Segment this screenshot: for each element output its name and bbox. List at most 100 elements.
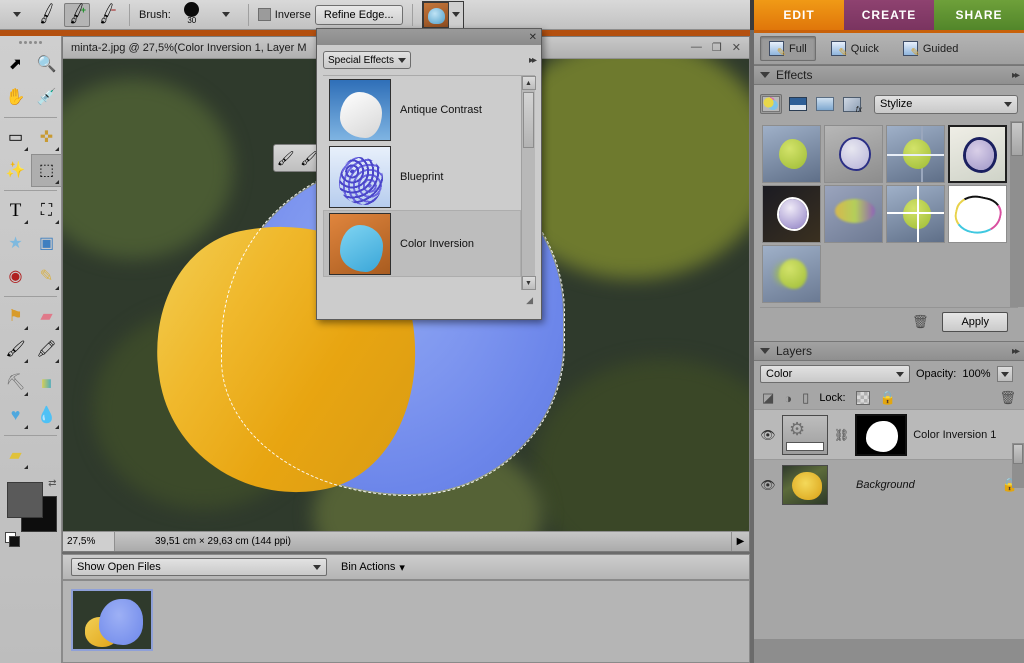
photo-effects-icon[interactable]: [760, 94, 782, 114]
layer-styles-icon[interactable]: [787, 94, 809, 114]
effect-thumbnail[interactable]: [886, 185, 945, 243]
move-tool[interactable]: ⬈: [0, 48, 31, 81]
bin-actions-menu[interactable]: Bin Actions ▾: [341, 561, 405, 574]
refine-edge-button[interactable]: Refine Edge...: [314, 4, 403, 25]
status-menu-arrow[interactable]: ▶: [731, 532, 749, 551]
frames-icon[interactable]: [814, 94, 836, 114]
tab-edit[interactable]: EDIT: [754, 0, 844, 30]
zoom-level-field[interactable]: 27,5%: [63, 532, 115, 551]
default-colors-icon[interactable]: [4, 532, 20, 547]
brush-preview[interactable]: 30: [175, 1, 209, 28]
smart-brush-tool[interactable]: 🖍: [31, 333, 62, 366]
shape-tool[interactable]: ♥: [0, 399, 31, 432]
hand-tool[interactable]: ✋: [0, 81, 31, 114]
effect-thumbnail[interactable]: [886, 125, 945, 183]
table-row[interactable]: 👁 ⚙ ⛓ Color Inversion 1: [754, 409, 1024, 459]
new-layer-icon[interactable]: ▯: [802, 390, 809, 406]
list-item[interactable]: Blueprint: [323, 143, 521, 210]
eraser-tool[interactable]: ▰: [31, 300, 62, 333]
crop-tool[interactable]: ⛶: [31, 194, 62, 227]
layers-panel-more-icon[interactable]: ▸▸: [1012, 346, 1020, 357]
effect-thumbnail-selected[interactable]: [948, 125, 1007, 183]
effects-panel-more-icon[interactable]: ▸▸: [1012, 70, 1020, 81]
scrollbar-thumb[interactable]: [1013, 444, 1023, 464]
delete-effect-icon[interactable]: 🗑: [912, 314, 929, 330]
layer-thumbnail[interactable]: [782, 464, 828, 505]
layers-scrollbar[interactable]: [1012, 443, 1024, 488]
floating-panel-title-bar[interactable]: ✕: [317, 29, 541, 45]
lock-transparency-icon[interactable]: [855, 391, 870, 405]
red-eye-removal-tool[interactable]: ◉: [0, 260, 31, 293]
layer-visibility-icon[interactable]: 👁: [760, 428, 776, 442]
collapse-triangle-icon[interactable]: [760, 348, 770, 354]
minimize-icon[interactable]: —: [691, 41, 702, 54]
effect-thumbnail[interactable]: [762, 125, 821, 183]
magic-wand-tool[interactable]: ✨: [0, 154, 31, 187]
preset-caret-icon[interactable]: [449, 2, 463, 28]
clone-stamp-tool[interactable]: ⚑: [0, 300, 31, 333]
bin-thumbnail[interactable]: [71, 589, 153, 651]
paint-bucket-tool[interactable]: ⛏: [0, 366, 31, 399]
toolbox-grip[interactable]: [0, 36, 61, 48]
selection-brush-add-icon[interactable]: 🖌 +: [64, 2, 90, 27]
delete-layer-icon[interactable]: 🗑: [999, 390, 1016, 406]
foreground-color-swatch[interactable]: [6, 482, 43, 518]
smart-brush-preset-picker[interactable]: [421, 0, 464, 29]
effect-thumbnail[interactable]: [762, 185, 821, 243]
restore-icon[interactable]: ❐: [712, 41, 722, 54]
effects-category-select[interactable]: Special Effects: [323, 51, 411, 69]
layer-visibility-icon[interactable]: 👁: [760, 478, 776, 492]
blur-tool[interactable]: 💧: [31, 399, 62, 432]
lock-all-icon[interactable]: 🔒: [880, 390, 896, 406]
layer-name[interactable]: Background: [856, 479, 915, 491]
inverse-checkbox[interactable]: [257, 8, 271, 21]
layer-mask-link-icon[interactable]: ⛓: [834, 428, 849, 442]
layer-mask-thumbnail[interactable]: [855, 413, 908, 456]
zoom-tool[interactable]: 🔍: [31, 48, 62, 81]
layer-name[interactable]: Color Inversion 1: [913, 429, 996, 441]
straighten-tool[interactable]: ▣: [31, 227, 62, 260]
selection-brush-tool[interactable]: ⬚: [31, 154, 62, 187]
opacity-value[interactable]: 100%: [962, 368, 990, 380]
effects-grid-scrollbar[interactable]: [1010, 121, 1024, 307]
eyedropper-tool[interactable]: 💉: [31, 81, 62, 114]
brush-picker-caret[interactable]: [213, 3, 239, 27]
tool-preset-caret[interactable]: [4, 3, 30, 27]
create-adjustment-layer-icon[interactable]: ◪: [762, 390, 774, 406]
effect-thumbnail[interactable]: [762, 245, 821, 303]
tab-full[interactable]: Full: [760, 36, 816, 61]
table-row[interactable]: 👁 Background 🔒: [754, 459, 1024, 509]
scroll-up-icon[interactable]: ▲: [521, 76, 536, 90]
scroll-down-icon[interactable]: ▼: [521, 276, 536, 290]
healing-brush-tool[interactable]: ✎: [31, 260, 62, 293]
type-tool[interactable]: T: [0, 194, 31, 227]
opacity-stepper[interactable]: [996, 366, 1013, 382]
lasso-tool[interactable]: ✜: [31, 121, 62, 154]
effects-filter-select[interactable]: Stylize: [874, 94, 1018, 114]
selection-brush-subtract-icon[interactable]: 🖌 −: [94, 3, 120, 27]
tab-quick[interactable]: Quick: [822, 36, 888, 61]
effect-thumbnail[interactable]: [824, 185, 883, 243]
floating-panel-close-icon[interactable]: ✕: [529, 32, 537, 43]
cookie-cutter-tool[interactable]: ★: [0, 227, 31, 260]
floating-brush-icon[interactable]: 🖌: [277, 150, 295, 167]
text-effects-icon[interactable]: [841, 94, 863, 114]
show-open-files-select[interactable]: Show Open Files: [71, 558, 327, 576]
effect-thumbnail[interactable]: [948, 185, 1007, 243]
blend-mode-select[interactable]: Color: [760, 365, 910, 383]
list-item[interactable]: Color Inversion: [323, 210, 521, 277]
layers-panel-header[interactable]: Layers ▸▸: [754, 341, 1024, 361]
sponge-tool[interactable]: ▰: [0, 439, 31, 472]
effects-list-scrollbar[interactable]: ▲ ▼: [521, 76, 536, 290]
scrollbar-thumb[interactable]: [1011, 122, 1023, 156]
layer-thumbnail[interactable]: ⚙: [782, 414, 828, 455]
apply-button[interactable]: Apply: [942, 311, 1008, 332]
scrollbar-thumb[interactable]: [523, 92, 534, 148]
tab-create[interactable]: CREATE: [844, 0, 934, 30]
floating-panel-more-icon[interactable]: ▸▸: [529, 55, 537, 66]
collapse-triangle-icon[interactable]: [760, 72, 770, 78]
rectangular-marquee-tool[interactable]: ▭: [0, 121, 31, 154]
new-fill-layer-icon[interactable]: ◑: [784, 391, 792, 406]
close-icon[interactable]: ✕: [732, 41, 741, 54]
selection-brush-new-icon[interactable]: 🖌: [34, 3, 60, 27]
